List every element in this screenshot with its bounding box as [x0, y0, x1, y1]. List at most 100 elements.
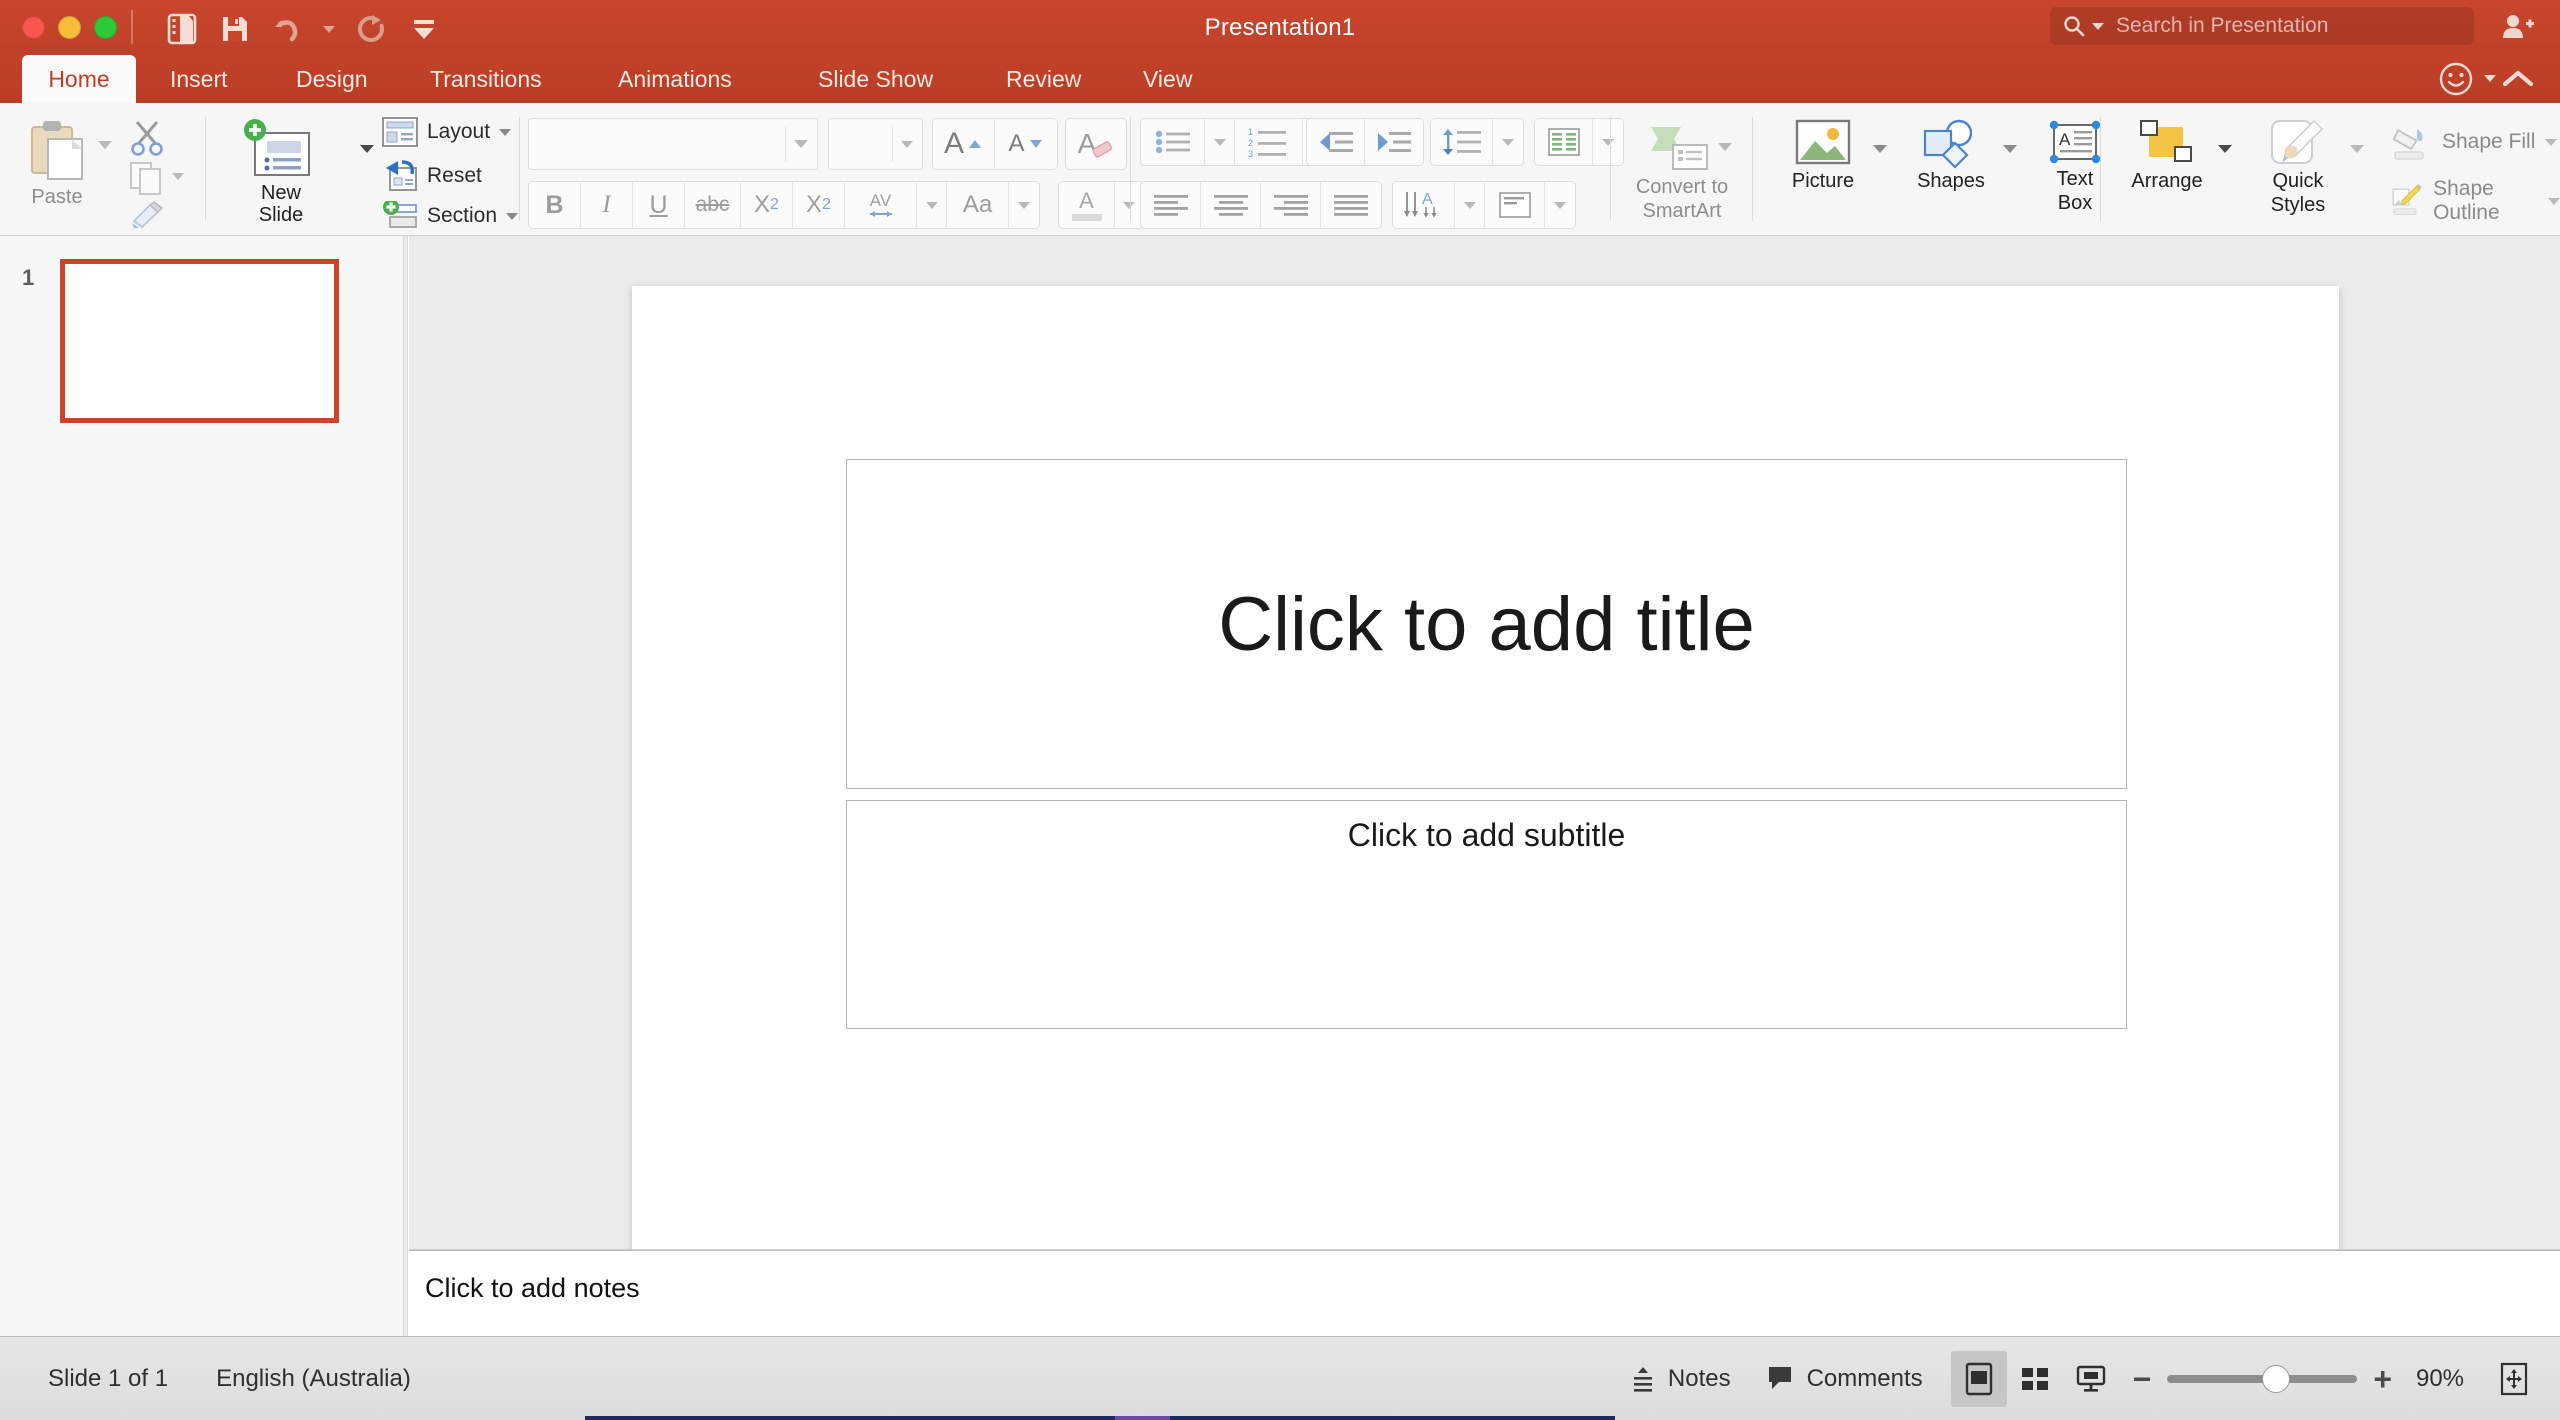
zoom-level-label[interactable]: 90%	[2408, 1365, 2472, 1393]
format-painter-button[interactable]	[128, 201, 168, 234]
quick-styles-caret-icon[interactable]	[2350, 145, 2364, 153]
text-direction-caret-icon[interactable]	[1455, 182, 1485, 228]
zoom-out-button[interactable]: −	[2133, 1363, 2152, 1395]
search-input[interactable]: Search in Presentation	[2050, 7, 2474, 45]
text-direction-button[interactable]: A	[1393, 182, 1455, 228]
tab-home[interactable]: Home	[22, 55, 136, 103]
convert-to-smartart-button[interactable]: Convert to SmartArt	[1626, 123, 1738, 222]
change-case-button[interactable]: Aa	[947, 182, 1009, 228]
share-icon[interactable]	[2496, 9, 2540, 45]
align-center-button[interactable]	[1201, 182, 1261, 228]
collapse-ribbon-button[interactable]	[2498, 63, 2538, 95]
superscript-button[interactable]: X2	[741, 182, 793, 228]
tab-review[interactable]: Review	[988, 55, 1099, 103]
pane-splitter[interactable]	[404, 236, 408, 1336]
clear-formatting-button[interactable]: A	[1065, 118, 1127, 170]
change-case-caret-icon[interactable]	[1009, 182, 1039, 228]
copy-dropdown-caret-icon[interactable]	[172, 173, 184, 180]
shape-fill-button[interactable]: Shape Fill	[2390, 121, 2557, 163]
bullets-button[interactable]	[1141, 119, 1205, 165]
smartart-label-2: SmartArt	[1643, 201, 1722, 223]
normal-view-button[interactable]	[1951, 1351, 2007, 1407]
fit-to-window-button[interactable]	[2486, 1351, 2542, 1407]
language-label[interactable]: English (Australia)	[216, 1365, 411, 1393]
justify-button[interactable]	[1321, 182, 1381, 228]
bullets-caret-icon[interactable]	[1205, 119, 1235, 165]
subtitle-placeholder[interactable]: Click to add subtitle	[846, 800, 2127, 1029]
tab-insert[interactable]: Insert	[152, 55, 246, 103]
subscript-button[interactable]: X2	[793, 182, 845, 228]
shapes-caret-icon[interactable]	[2003, 145, 2017, 153]
layout-caret-icon[interactable]	[499, 129, 511, 136]
font-name-combo[interactable]	[528, 118, 818, 170]
feedback-dropdown-caret-icon[interactable]	[2484, 75, 2496, 82]
search-scope-caret-icon[interactable]	[2092, 23, 2104, 30]
line-spacing-button[interactable]	[1431, 119, 1493, 165]
font-name-caret-icon[interactable]	[794, 140, 808, 148]
alignment-buttons	[1140, 181, 1382, 229]
picture-caret-icon[interactable]	[1873, 145, 1887, 153]
zoom-slider[interactable]	[2167, 1375, 2357, 1383]
numbering-button[interactable]: 123	[1235, 119, 1303, 165]
cut-button[interactable]	[128, 119, 166, 162]
tab-design[interactable]: Design	[278, 55, 386, 103]
feedback-smiley-icon[interactable]	[2438, 61, 2474, 97]
underline-button[interactable]: U	[633, 182, 685, 228]
line-spacing-caret-icon[interactable]	[1493, 119, 1523, 165]
tab-view[interactable]: View	[1125, 55, 1210, 103]
smartart-icon	[1647, 123, 1717, 175]
italic-button[interactable]: I	[581, 182, 633, 228]
paste-dropdown-caret-icon[interactable]	[98, 141, 112, 149]
tab-transitions[interactable]: Transitions	[412, 55, 560, 103]
zoom-slider-handle[interactable]	[2262, 1365, 2290, 1393]
slide-sorter-icon	[2019, 1363, 2051, 1395]
align-text-button[interactable]	[1485, 182, 1545, 228]
title-placeholder[interactable]: Click to add title	[846, 459, 2127, 789]
decrease-indent-button[interactable]	[1307, 119, 1365, 165]
grow-font-button[interactable]: A	[933, 119, 995, 169]
paste-button[interactable]: Paste	[16, 117, 98, 209]
font-size-combo[interactable]	[828, 118, 923, 170]
zoom-in-button[interactable]: +	[2373, 1363, 2392, 1395]
section-caret-icon[interactable]	[506, 213, 518, 220]
align-left-button[interactable]	[1141, 182, 1201, 228]
notes-pane[interactable]: Click to add notes	[409, 1250, 2560, 1336]
comments-toggle-button[interactable]: Comments	[1749, 1351, 1941, 1407]
reset-button[interactable]: Reset	[382, 160, 482, 192]
align-text-caret-icon[interactable]	[1545, 182, 1575, 228]
slide-thumbnail-1[interactable]	[60, 259, 339, 423]
indent-buttons	[1306, 118, 1424, 166]
arrange-caret-icon[interactable]	[2218, 145, 2232, 153]
character-spacing-button[interactable]: AV	[845, 182, 917, 228]
slide-show-icon	[2075, 1363, 2107, 1395]
picture-button[interactable]: Picture	[1777, 119, 1869, 193]
tab-animations[interactable]: Animations	[600, 55, 750, 103]
smartart-caret-icon[interactable]	[1718, 143, 1732, 151]
slide-canvas[interactable]: Click to add title Click to add subtitle	[632, 286, 2339, 1249]
align-right-button[interactable]	[1261, 182, 1321, 228]
copy-button[interactable]	[128, 161, 164, 200]
shape-outline-icon	[2390, 180, 2423, 222]
shrink-font-button[interactable]: A	[995, 119, 1057, 169]
new-slide-dropdown-caret-icon[interactable]	[360, 145, 374, 153]
quick-styles-button[interactable]: Quick Styles	[2250, 119, 2346, 216]
new-slide-button[interactable]: New Slide	[228, 119, 334, 226]
shape-fill-caret-icon[interactable]	[2545, 139, 2557, 146]
slide-sorter-view-button[interactable]	[2007, 1351, 2063, 1407]
increase-indent-button[interactable]	[1365, 119, 1423, 165]
slide-show-view-button[interactable]	[2063, 1351, 2119, 1407]
section-button[interactable]: Section	[382, 201, 518, 231]
character-spacing-caret-icon[interactable]	[917, 182, 947, 228]
font-color-button[interactable]: A	[1059, 182, 1115, 228]
strikethrough-button[interactable]: abc	[685, 182, 741, 228]
arrange-button[interactable]: Arrange	[2118, 119, 2216, 193]
font-size-caret-icon[interactable]	[901, 141, 913, 148]
columns-button[interactable]	[1535, 119, 1593, 165]
notes-toggle-button[interactable]: Notes	[1610, 1351, 1749, 1407]
bold-button[interactable]: B	[529, 182, 581, 228]
shape-outline-caret-icon[interactable]	[2548, 198, 2560, 205]
shapes-button[interactable]: Shapes	[1903, 119, 1999, 193]
tab-slide-show[interactable]: Slide Show	[800, 55, 951, 103]
layout-button[interactable]: Layout	[382, 117, 511, 147]
shape-outline-button[interactable]: Shape Outline	[2390, 177, 2560, 225]
